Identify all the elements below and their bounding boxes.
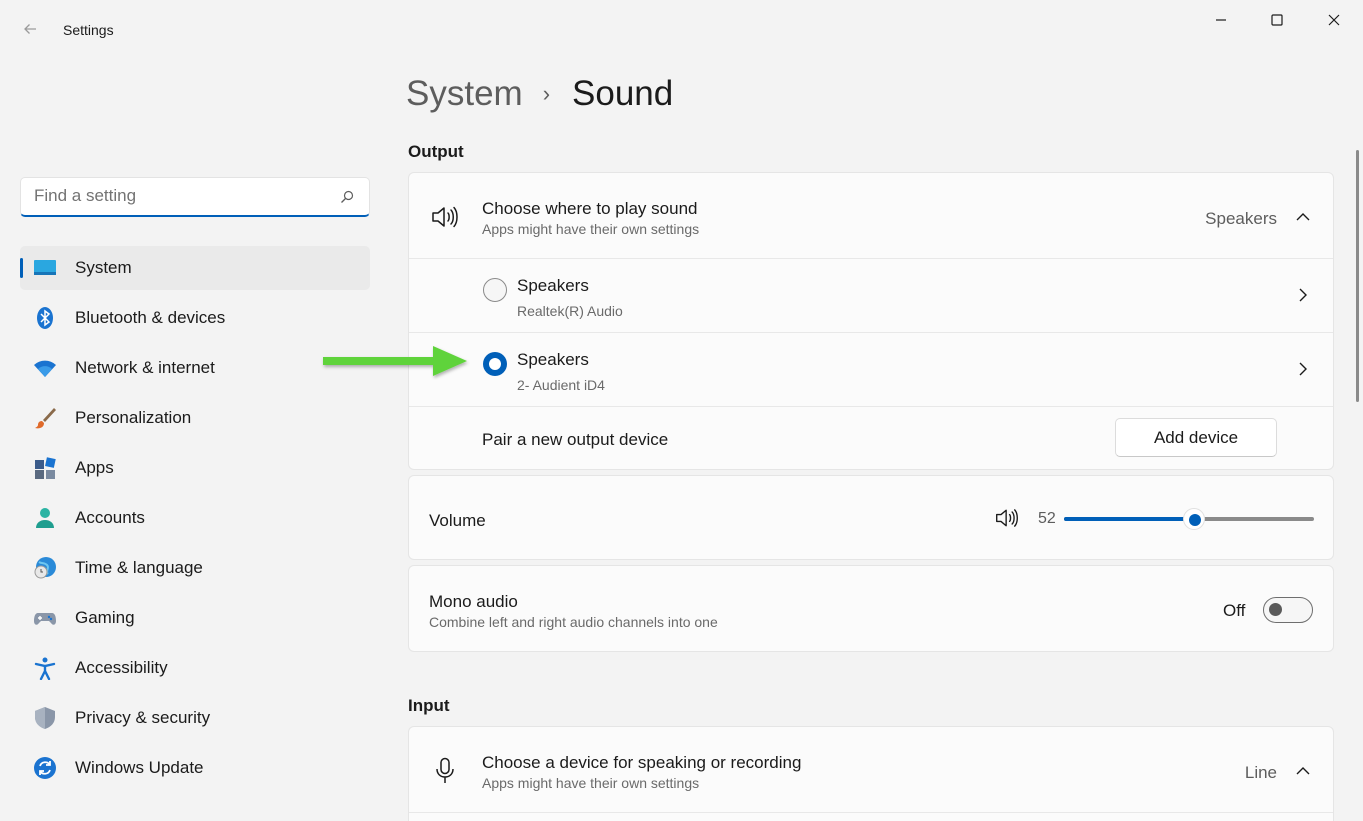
volume-speaker-icon[interactable] [995, 507, 1019, 529]
microphone-icon [436, 757, 454, 783]
sidebar-item-label: Windows Update [75, 758, 204, 777]
sidebar-item-time-language[interactable]: Time & language [20, 546, 370, 590]
sidebar-item-accessibility[interactable]: Accessibility [20, 646, 370, 690]
mono-audio-state: Off [1223, 601, 1246, 620]
volume-slider-fill [1064, 517, 1194, 521]
sidebar-item-label: System [75, 258, 132, 277]
device-radio[interactable] [483, 278, 507, 302]
device-name: Speakers [517, 350, 589, 369]
sidebar-item-system[interactable]: System [20, 246, 370, 290]
sidebar-nav: System Bluetooth & devices Network & int… [20, 246, 370, 796]
sidebar-item-network[interactable]: Network & internet [20, 346, 370, 390]
maximize-button[interactable] [1248, 0, 1305, 40]
toggle-knob [1269, 603, 1282, 616]
device-detail: 2- Audient iD4 [517, 377, 605, 393]
pair-output-row: Pair a new output device Add device [409, 406, 1333, 469]
choose-input-row[interactable]: Choose a device for speaking or recordin… [409, 727, 1333, 812]
volume-label: Volume [429, 511, 486, 530]
device-detail: Realtek(R) Audio [517, 303, 623, 319]
maximize-icon [1270, 14, 1283, 26]
breadcrumb: System › Sound [406, 72, 673, 116]
volume-value: 52 [1038, 510, 1056, 527]
sidebar-item-bluetooth-devices[interactable]: Bluetooth & devices [20, 296, 370, 340]
choose-output-row[interactable]: Choose where to play sound Apps might ha… [409, 173, 1333, 258]
output-device-row[interactable]: Speakers 2- Audient iD4 [409, 332, 1333, 406]
mono-audio-subtitle: Combine left and right audio channels in… [429, 614, 718, 630]
annotation-arrow-icon [323, 346, 467, 376]
chevron-up-icon[interactable] [1295, 209, 1311, 225]
sidebar-item-personalization[interactable]: Personalization [20, 396, 370, 440]
minimize-button[interactable] [1192, 0, 1249, 40]
input-section-label: Input [408, 696, 450, 715]
sidebar-item-windows-update[interactable]: Windows Update [20, 746, 370, 790]
device-radio-selected[interactable] [483, 352, 507, 376]
scrollbar[interactable] [1356, 150, 1359, 402]
selected-output-value: Speakers [1205, 209, 1277, 228]
device-name: Speakers [517, 276, 589, 295]
choose-output-title: Choose where to play sound [482, 199, 698, 218]
sidebar-item-gaming[interactable]: Gaming [20, 596, 370, 640]
selected-input-value: Line [1244, 763, 1277, 782]
sidebar-item-label: Accounts [75, 508, 145, 527]
breadcrumb-separator: › [542, 81, 551, 106]
choose-input-title: Choose a device for speaking or recordin… [482, 753, 802, 772]
search-box[interactable] [20, 177, 370, 217]
sidebar-item-apps[interactable]: Apps [20, 446, 370, 490]
input-device-row[interactable] [409, 812, 1333, 821]
sidebar-item-label: Network & internet [75, 358, 215, 377]
update-icon [32, 755, 58, 781]
shield-icon [32, 705, 58, 731]
paintbrush-icon [32, 405, 58, 431]
volume-slider-thumb[interactable] [1183, 508, 1205, 530]
volume-card: Volume 52 [408, 475, 1334, 560]
sidebar-item-label: Bluetooth & devices [75, 308, 226, 327]
sidebar-item-privacy-security[interactable]: Privacy & security [20, 696, 370, 740]
speaker-icon [432, 206, 458, 228]
chevron-up-icon[interactable] [1295, 763, 1311, 779]
person-icon [32, 505, 58, 531]
sidebar-item-label: Time & language [75, 558, 203, 577]
breadcrumb-parent[interactable]: System [406, 74, 523, 114]
bluetooth-icon [32, 305, 58, 331]
title-bar: Settings [0, 0, 1363, 48]
search-icon[interactable] [340, 190, 354, 204]
minimize-icon [1215, 19, 1226, 21]
add-device-button[interactable]: Add device [1115, 418, 1277, 457]
output-device-row[interactable]: Speakers Realtek(R) Audio [409, 258, 1333, 332]
sidebar-item-label: Gaming [75, 608, 135, 627]
sidebar-item-label: Accessibility [75, 658, 168, 677]
sidebar-item-accounts[interactable]: Accounts [20, 496, 370, 540]
globe-clock-icon [32, 555, 58, 581]
close-button[interactable] [1305, 0, 1362, 40]
output-device-card: Choose where to play sound Apps might ha… [408, 172, 1334, 470]
chevron-right-icon[interactable] [1295, 287, 1311, 303]
volume-slider[interactable] [1064, 508, 1314, 530]
apps-icon [32, 455, 58, 481]
output-section-label: Output [408, 142, 464, 161]
close-icon [1328, 14, 1339, 26]
mono-audio-toggle[interactable] [1263, 597, 1313, 623]
sidebar-item-label: Apps [75, 458, 114, 477]
app-title: Settings [63, 22, 114, 38]
input-device-card: Choose a device for speaking or recordin… [408, 726, 1334, 821]
chevron-right-icon[interactable] [1295, 361, 1311, 377]
gamepad-icon [32, 605, 58, 631]
search-input[interactable] [21, 178, 321, 214]
pair-output-label: Pair a new output device [482, 430, 669, 449]
accessibility-icon [32, 655, 58, 681]
mono-audio-title: Mono audio [429, 592, 518, 611]
page-title: Sound [572, 74, 674, 113]
sidebar-item-label: Privacy & security [75, 708, 211, 727]
choose-input-subtitle: Apps might have their own settings [482, 775, 700, 791]
system-display-icon [32, 255, 58, 281]
sidebar-item-label: Personalization [75, 408, 192, 427]
choose-output-subtitle: Apps might have their own settings [482, 221, 700, 237]
wifi-icon [32, 355, 58, 381]
back-arrow-icon[interactable] [14, 18, 46, 44]
mono-audio-card: Mono audio Combine left and right audio … [408, 565, 1334, 652]
